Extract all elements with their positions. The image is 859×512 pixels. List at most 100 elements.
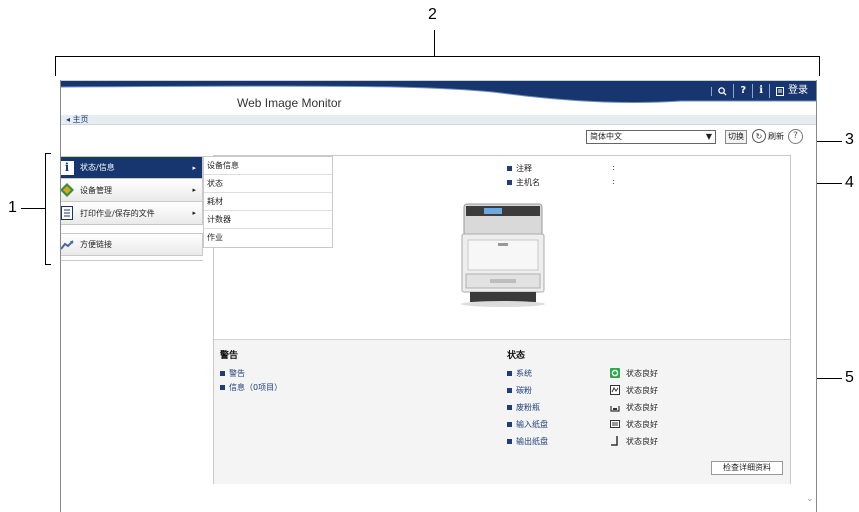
refresh-label: 刷新 (768, 131, 784, 141)
search-button[interactable] (711, 86, 733, 96)
status-output-tray-value: 状态良好 (626, 437, 658, 446)
web-image-monitor-window: Web Image Monitor ? i 登录 ◂ 主页 简体中文 ▼ 切换 … (60, 80, 817, 512)
menu-divider (61, 260, 203, 261)
header-swoosh-graphic (61, 81, 816, 104)
status-title: 状态 (507, 351, 526, 361)
bullet-square (507, 422, 512, 427)
menu-item-label: 状态/信息 (80, 163, 115, 172)
status-input-tray-label: 输入纸盘 (516, 420, 548, 429)
login-button[interactable]: 登录 (769, 84, 814, 98)
status-toner-value: 状态良好 (626, 386, 658, 395)
status-output-tray-link[interactable]: 输出纸盘 (507, 436, 548, 447)
submenu-item-device-info[interactable]: 设备信息 (204, 157, 332, 175)
bullet-square (507, 388, 512, 393)
device-management-icon (61, 183, 74, 197)
submenu-item-supplies[interactable]: 耗材 (204, 193, 332, 211)
system-ok-icon (610, 368, 620, 378)
toner-icon (610, 385, 620, 395)
callout-2: 2 (428, 6, 437, 23)
bullet-square (507, 371, 512, 376)
login-icon (776, 86, 784, 96)
info-messages-link[interactable]: 信息（0项目） (220, 382, 282, 393)
submenu-item-counter[interactable]: 计数器 (204, 211, 332, 229)
switch-language-button[interactable]: 切换 (725, 130, 747, 144)
refresh-icon: ↻ (752, 129, 766, 143)
search-icon (718, 86, 727, 96)
check-details-button[interactable]: 检查详细资料 (711, 461, 783, 475)
callout-1-bracket-top (45, 153, 51, 154)
menu-item-favorites[interactable]: 方便链接 (61, 233, 203, 256)
callout-1-bracket (45, 153, 46, 264)
favorite-link-icon (61, 238, 74, 252)
callout-4: 4 (845, 174, 854, 191)
comment-row: 注释 (507, 163, 532, 174)
comment-label: 注释 (516, 164, 532, 173)
chevron-right-icon: ▸ (192, 186, 196, 194)
language-select[interactable]: 简体中文 ▼ (586, 130, 716, 144)
callout-1: 1 (8, 199, 17, 216)
status-system-label: 系统 (516, 369, 532, 378)
refresh-button[interactable]: ↻ 刷新 (752, 129, 784, 143)
submenu-item-job[interactable]: 作业 (204, 229, 332, 247)
info-button[interactable]: i (752, 84, 769, 98)
callout-5: 5 (845, 369, 854, 386)
chevron-right-icon: ▸ (192, 209, 196, 217)
menu-item-label: 设备管理 (80, 185, 112, 195)
info-icon: i (759, 85, 763, 96)
printer-image (461, 203, 545, 307)
menu-item-print-jobs[interactable]: 打印作业/保存的文件 ▸ (61, 202, 203, 225)
bullet-square (507, 180, 512, 185)
alert-label: 警告 (229, 369, 245, 378)
status-waste-toner-link[interactable]: 废粉瓶 (507, 402, 540, 413)
language-row: 简体中文 ▼ 切换 ↻ 刷新 ? (61, 125, 816, 153)
status-input-tray-link[interactable]: 输入纸盘 (507, 419, 548, 430)
output-tray-icon (611, 436, 618, 446)
status-waste-toner-value: 状态良好 (626, 403, 658, 412)
bullet-square (507, 166, 512, 171)
alerts-title: 警告 (220, 351, 239, 361)
login-label: 登录 (788, 85, 808, 96)
chevron-down-icon: ▼ (705, 132, 712, 141)
left-menu: i 状态/信息 ▸ 设备管理 ▸ 打印作业/保存的文件 ▸ 方便链接 (61, 156, 203, 261)
menu-item-label: 打印作业/保存的文件 (80, 208, 155, 218)
hostname-value: : (612, 177, 615, 186)
status-waste-toner-label: 废粉瓶 (516, 403, 540, 412)
callout-2-bracket-top (55, 56, 820, 57)
alerts-status-section: 警告 警告 信息（0项目） 状态 系统 状态良好 碳粉 状态良好 废粉瓶 状态良… (214, 339, 790, 484)
menu-item-label: 方便链接 (80, 240, 112, 249)
alert-link[interactable]: 警告 (220, 368, 245, 379)
breadcrumb-home[interactable]: ◂ 主页 (66, 115, 89, 125)
callout-1-bracket-bottom (45, 264, 51, 265)
breadcrumb-bar: ◂ 主页 (61, 115, 816, 125)
bullet-square (507, 439, 512, 444)
bullet-square (507, 405, 512, 410)
bullet-square (220, 371, 225, 376)
status-output-tray-label: 输出纸盘 (516, 437, 548, 446)
question-icon: ? (740, 85, 747, 96)
callout-3: 3 (845, 131, 854, 148)
status-system-value: 状态良好 (626, 369, 658, 378)
status-toner-label: 碳粉 (516, 386, 532, 395)
app-title: Web Image Monitor (237, 96, 342, 110)
bullet-square (220, 385, 225, 390)
status-info-submenu: 设备信息 状态 耗材 计数器 作业 (203, 156, 333, 248)
header: Web Image Monitor ? i 登录 (61, 80, 816, 115)
callout-1-stem (21, 208, 45, 209)
status-toner-link[interactable]: 碳粉 (507, 385, 532, 396)
chevron-right-icon: ▸ (192, 164, 196, 172)
callout-2-stem (434, 30, 435, 56)
comment-value: : (612, 163, 615, 172)
info-icon: i (61, 160, 74, 175)
help-icon[interactable]: ? (788, 129, 803, 144)
status-system-link[interactable]: 系统 (507, 368, 532, 379)
waste-toner-icon (610, 406, 620, 412)
menu-item-device-management[interactable]: 设备管理 ▸ (61, 179, 203, 202)
submenu-item-status[interactable]: 状态 (204, 175, 332, 193)
document-icon (61, 206, 74, 220)
scroll-down-icon[interactable]: ⌄ (806, 494, 814, 504)
header-toolbar: ? i 登录 (711, 81, 816, 101)
language-selected: 简体中文 (590, 132, 622, 141)
help-button[interactable]: ? (733, 84, 752, 98)
menu-item-status-info[interactable]: i 状态/信息 ▸ (61, 156, 203, 179)
info-messages-label: 信息（0项目） (229, 383, 283, 392)
